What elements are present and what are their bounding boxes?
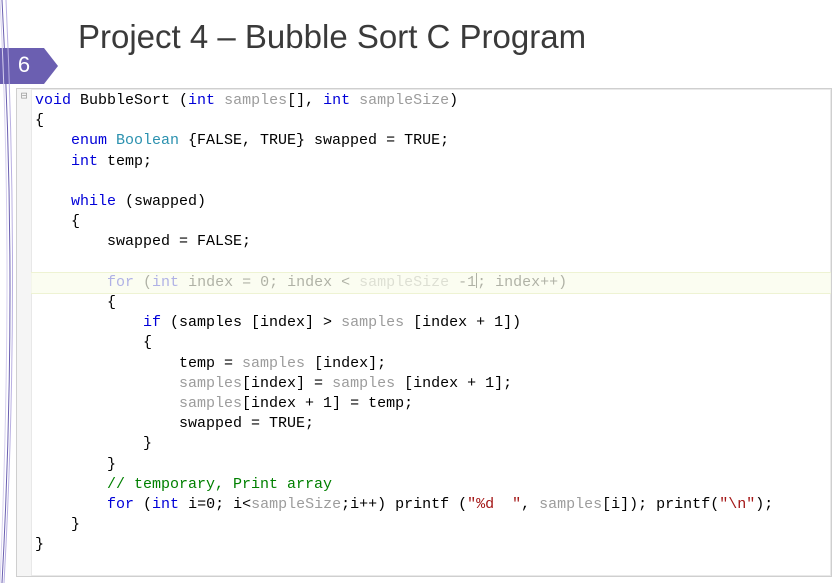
slide-title: Project 4 – Bubble Sort C Program [0,0,838,66]
code-gutter: ⊟ [17,89,32,576]
slide-number: 6 [0,48,48,82]
code-content: void BubbleSort (int samples[], int samp… [17,89,831,558]
fold-icon: ⊟ [19,91,29,101]
code-editor: ⊟ void BubbleSort (int samples[], int sa… [16,88,832,577]
